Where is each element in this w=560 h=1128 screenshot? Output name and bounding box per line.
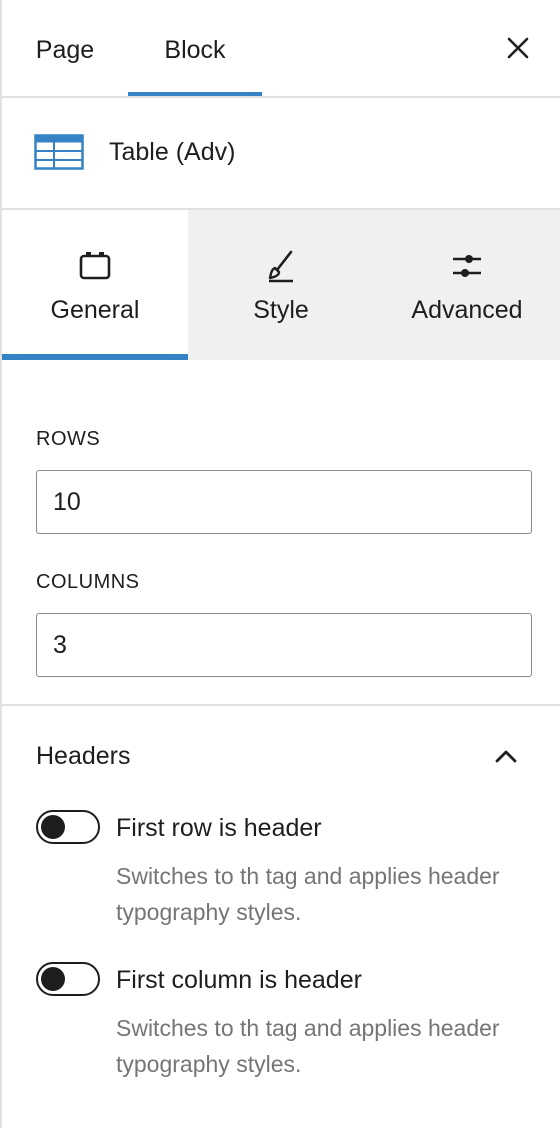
settings-box-icon — [79, 252, 111, 280]
rows-label: ROWS — [36, 428, 101, 450]
first-row-header-label: First row is header — [116, 814, 322, 842]
first-column-header-label: First column is header — [116, 966, 362, 994]
toggle-knob — [41, 967, 65, 991]
tab-general-label: General — [50, 296, 140, 324]
inspector-tabs: General Style Advanced — [2, 210, 560, 360]
tab-style-label: Style — [253, 296, 309, 324]
block-card: Table (Adv) — [2, 98, 560, 210]
columns-label: COLUMNS — [36, 571, 140, 593]
table-dimensions: ROWS COLUMNS — [2, 360, 560, 706]
brush-icon — [268, 250, 293, 283]
tab-general[interactable]: General — [2, 210, 188, 360]
tab-advanced-label: Advanced — [411, 296, 523, 324]
toggle-knob — [41, 815, 65, 839]
sidebar-tabs: Page Block — [2, 0, 560, 98]
block-inspector-panel: Page Block Table (Adv) General Style Adv… — [0, 0, 560, 1128]
columns-input[interactable] — [36, 613, 532, 677]
tab-block[interactable]: Block — [128, 0, 262, 96]
tab-style[interactable]: Style — [188, 210, 374, 360]
first-column-header-toggle[interactable] — [36, 962, 100, 996]
tab-advanced[interactable]: Advanced — [374, 210, 560, 360]
chevron-up-icon[interactable] — [492, 744, 520, 768]
headers-title[interactable]: Headers — [36, 742, 131, 771]
block-title: Table (Adv) — [109, 138, 236, 166]
first-column-header-help: Switches to th tag and applies header ty… — [116, 1015, 500, 1077]
first-row-header-help: Switches to th tag and applies header ty… — [116, 863, 500, 925]
rows-input[interactable] — [36, 470, 532, 534]
headers-panel: Headers First row is header Switches to … — [2, 706, 560, 1126]
first-row-header-toggle[interactable] — [36, 810, 100, 844]
table-icon — [34, 134, 84, 170]
close-icon[interactable] — [500, 30, 536, 66]
sliders-icon — [453, 255, 481, 277]
tab-page[interactable]: Page — [2, 0, 128, 96]
